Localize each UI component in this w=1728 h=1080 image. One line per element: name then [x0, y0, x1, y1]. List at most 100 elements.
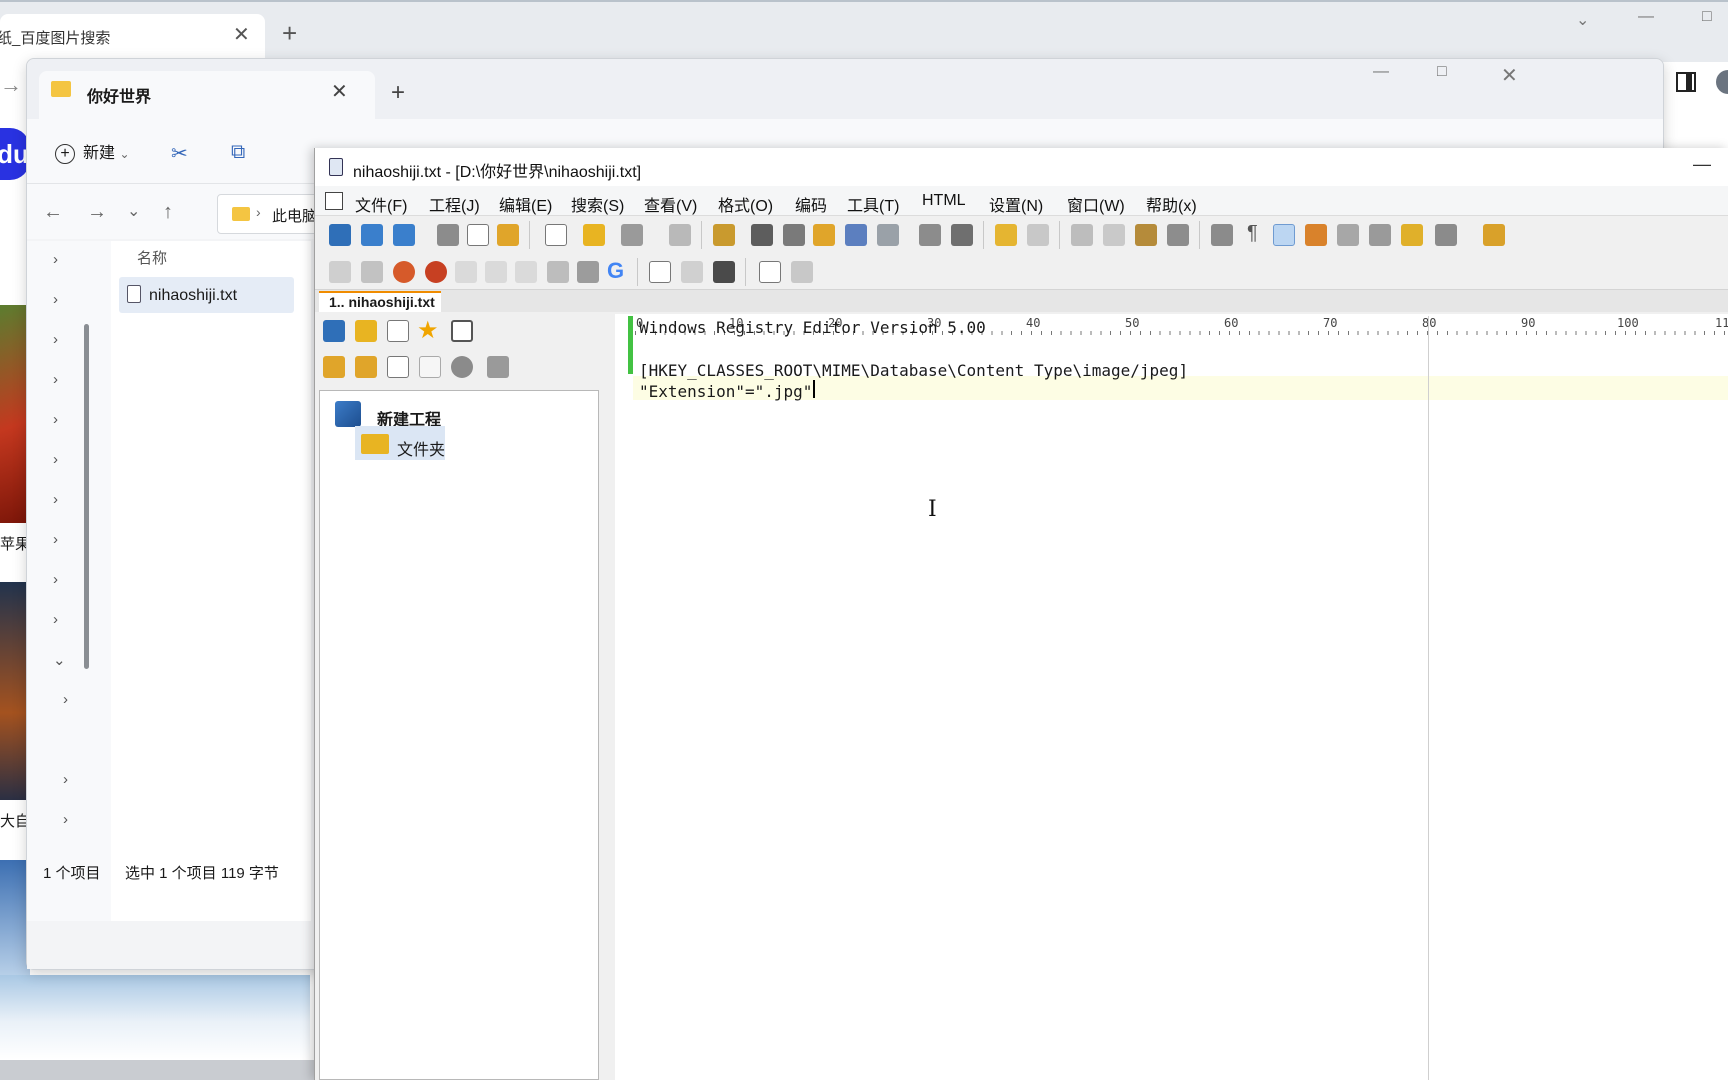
lock-icon[interactable] — [1401, 224, 1423, 246]
nav-expand-icon[interactable]: › — [53, 531, 58, 548]
command-prompt-icon[interactable] — [713, 261, 735, 283]
find-in-files-icon[interactable] — [813, 224, 835, 246]
browser-new-tab-button[interactable]: + — [282, 18, 297, 49]
windows-tab-icon[interactable] — [451, 320, 473, 342]
tools-icon[interactable] — [487, 356, 509, 378]
nav-expand-icon[interactable]: › — [53, 571, 58, 588]
print-project-icon[interactable] — [437, 224, 459, 246]
explorer-new-tab-button[interactable]: + — [391, 79, 405, 107]
nav-expand-icon[interactable]: › — [53, 491, 58, 508]
explorer-close-icon[interactable]: ✕ — [1501, 63, 1518, 88]
recent-dropdown-icon[interactable]: ⌄ — [127, 201, 140, 221]
browser-preview-icon[interactable] — [547, 261, 569, 283]
back-icon[interactable]: ← — [43, 201, 63, 224]
filter-icon[interactable] — [577, 261, 599, 283]
print-preview-icon[interactable] — [919, 224, 941, 246]
browser-sidebar-icon[interactable] — [1676, 72, 1696, 92]
run-macro-icon[interactable] — [649, 261, 671, 283]
explorer-tab-close-icon[interactable]: ✕ — [331, 79, 348, 104]
info-icon[interactable] — [451, 356, 473, 378]
replace-icon[interactable] — [783, 224, 805, 246]
undo-icon[interactable] — [995, 224, 1017, 246]
menu-file[interactable]: 文件(F) — [355, 192, 407, 216]
nav-expand-icon[interactable]: › — [53, 611, 58, 628]
up-icon[interactable]: ↑ — [163, 201, 173, 224]
explorer-maximize-icon[interactable]: □ — [1437, 63, 1447, 81]
tag-lower-icon[interactable] — [515, 261, 537, 283]
pin-icon[interactable] — [1483, 224, 1505, 246]
browser-forward-icon[interactable]: → — [0, 72, 22, 98]
paste-icon[interactable] — [1135, 224, 1157, 246]
delete-icon[interactable] — [1167, 224, 1189, 246]
open-files-tab-icon[interactable] — [355, 320, 377, 342]
menu-search[interactable]: 搜索(S) — [571, 192, 624, 216]
ue-minimize-icon[interactable]: — — [1693, 154, 1711, 175]
gear-icon[interactable] — [497, 224, 519, 246]
tag-upper-icon[interactable] — [485, 261, 507, 283]
outdent-icon[interactable] — [361, 261, 383, 283]
stop-record-icon[interactable] — [759, 261, 781, 283]
nav-expand-icon[interactable]: › — [63, 771, 68, 788]
browser-dropdown-icon[interactable]: ⌄ — [1576, 10, 1589, 30]
find-icon[interactable] — [751, 224, 773, 246]
split-window-icon[interactable] — [1369, 224, 1391, 246]
brace-match-icon[interactable] — [845, 224, 867, 246]
nav-expand-icon[interactable]: › — [53, 251, 58, 268]
menu-html[interactable]: HTML — [922, 192, 966, 210]
code-line[interactable]: "Extension"=".jpg" — [639, 382, 812, 401]
log-icon[interactable] — [467, 224, 489, 246]
menu-edit[interactable]: 编辑(E) — [499, 192, 552, 216]
remove-file-icon[interactable] — [419, 356, 441, 378]
add-file-icon[interactable] — [387, 356, 409, 378]
forward-icon[interactable]: → — [87, 201, 107, 224]
copy-icon[interactable] — [1103, 224, 1125, 246]
save-icon[interactable] — [621, 224, 643, 246]
nav-expand-icon[interactable]: › — [63, 691, 68, 708]
nav-expand-icon[interactable]: › — [53, 451, 58, 468]
line-numbers-icon[interactable] — [1273, 224, 1295, 246]
glasses-icon[interactable] — [791, 261, 813, 283]
project-settings-icon[interactable] — [393, 224, 415, 246]
google-search-icon[interactable]: G — [607, 258, 624, 284]
ue-document-icon[interactable] — [325, 192, 343, 210]
remove-folder-icon[interactable] — [355, 356, 377, 378]
cut-icon[interactable] — [1071, 224, 1093, 246]
add-folder-icon[interactable] — [323, 356, 345, 378]
cut-icon[interactable]: ✂ — [171, 141, 188, 166]
nav-collapse-icon[interactable]: ⌄ — [53, 651, 66, 669]
print-icon[interactable] — [951, 224, 973, 246]
menu-help[interactable]: 帮助(x) — [1146, 192, 1197, 216]
browser-minimize-icon[interactable]: — — [1638, 8, 1654, 26]
project-tab-icon[interactable] — [323, 320, 345, 342]
open-folder-icon[interactable] — [583, 224, 605, 246]
html-to-text-icon[interactable] — [455, 261, 477, 283]
image-thumbnail-snow-wide[interactable] — [0, 975, 310, 1060]
column-mode-icon[interactable] — [877, 224, 899, 246]
column-header-name[interactable]: 名称 — [137, 247, 167, 268]
browser-maximize-icon[interactable]: □ — [1702, 8, 1712, 26]
word-wrap-icon[interactable] — [1211, 224, 1233, 246]
binary-icon[interactable] — [681, 261, 703, 283]
menu-view[interactable]: 查看(V) — [644, 192, 697, 216]
favorites-star-icon[interactable]: ★ — [417, 316, 439, 345]
menu-tools[interactable]: 工具(T) — [847, 192, 899, 216]
document-tab[interactable]: 1.. nihaoshiji.txt — [319, 291, 441, 312]
spell-check-icon[interactable] — [1435, 224, 1457, 246]
indent-icon[interactable] — [329, 261, 351, 283]
copy-icon[interactable]: ⧉ — [231, 141, 245, 164]
ftp-tab-icon[interactable] — [387, 320, 409, 342]
menu-settings[interactable]: 设置(N) — [989, 192, 1043, 216]
open-project-icon[interactable] — [361, 224, 383, 246]
ruler-icon[interactable] — [1337, 224, 1359, 246]
menu-project[interactable]: 工程(J) — [429, 192, 480, 216]
color-hex-icon[interactable] — [425, 261, 447, 283]
color-picker-icon[interactable] — [393, 261, 415, 283]
new-button[interactable]: + 新建 ⌄ — [55, 139, 130, 164]
editor-pane[interactable] — [615, 314, 1728, 1080]
nav-expand-icon[interactable]: › — [53, 411, 58, 428]
browser-tab-close-icon[interactable]: ✕ — [233, 22, 250, 47]
nav-expand-icon[interactable]: › — [63, 811, 68, 828]
code-line[interactable]: [HKEY_CLASSES_ROOT\MIME\Database\Content… — [639, 361, 1188, 380]
nav-expand-icon[interactable]: › — [53, 331, 58, 348]
function-list-icon[interactable] — [713, 224, 735, 246]
